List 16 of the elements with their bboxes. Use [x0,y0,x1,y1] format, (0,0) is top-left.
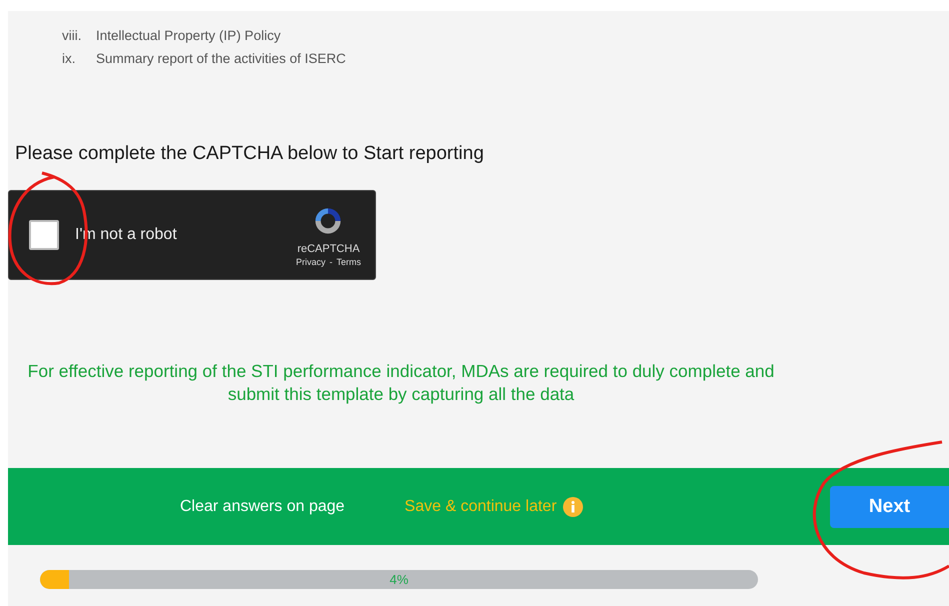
recaptcha-brand: reCAPTCHA [297,243,360,255]
clear-answers-link[interactable]: Clear answers on page [180,498,345,516]
progress-reading: 4% [390,572,408,587]
privacy-link[interactable]: Privacy [296,257,326,267]
notice-text: For effective reporting of the STI performance indicator, MDAs are required to duly complete and submit this template by capturing all the data [26,360,776,406]
next-button[interactable]: Next [830,486,949,528]
terms-link[interactable]: Terms [336,257,361,267]
document-item: Intellectual Property (IP) Policy [96,28,281,43]
captcha-prompt: Please complete the CAPTCHA below to Start reporting [15,143,485,165]
captcha-checkbox[interactable] [29,220,59,250]
info-icon[interactable] [562,496,583,516]
list-number: viii. [62,28,82,43]
document-item: Summary report of the activities of ISERC [96,51,346,66]
save-continue-link[interactable]: Save & continue later [404,498,557,516]
link-separator: - [330,257,332,267]
list-number: ix. [62,51,76,66]
